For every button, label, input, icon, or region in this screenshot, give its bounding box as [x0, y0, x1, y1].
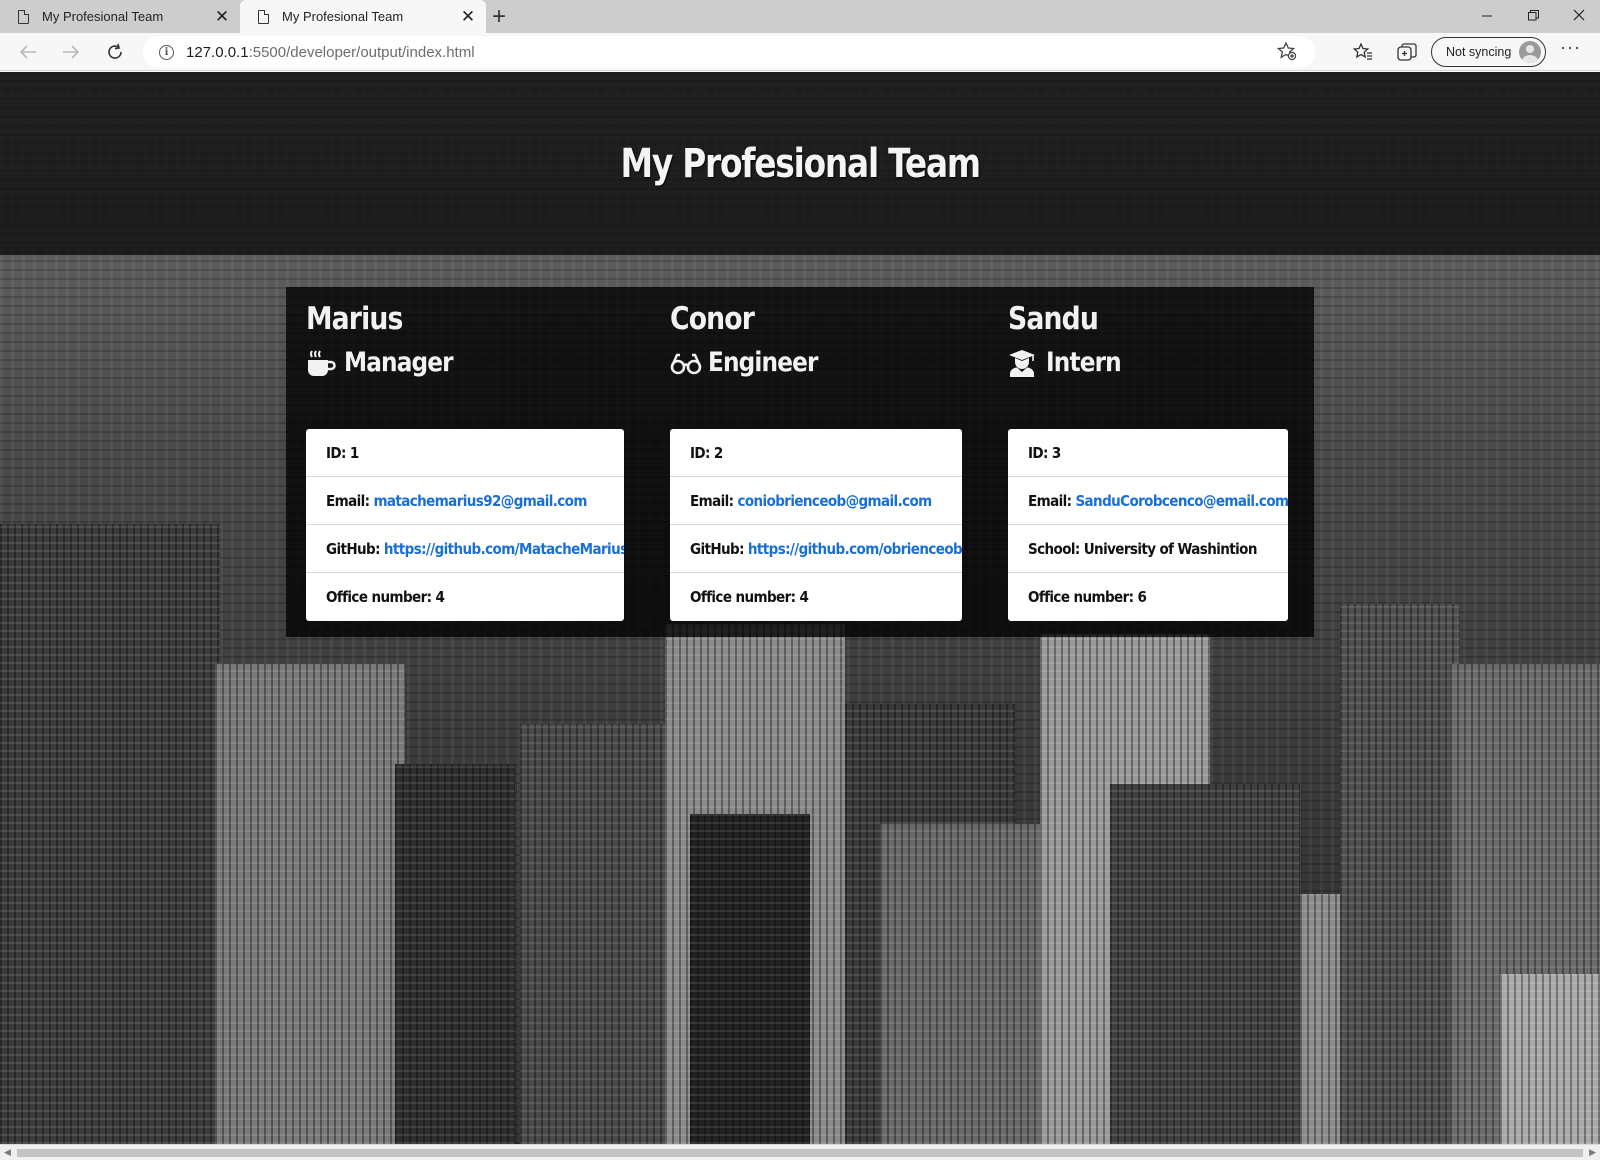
row-key: Email:	[690, 491, 734, 510]
background-building	[690, 814, 810, 1144]
github-row: GitHub: https://github.com/obrienceob	[670, 525, 962, 573]
row-key: School:	[1028, 539, 1080, 558]
background-building	[0, 524, 220, 1144]
page-icon	[18, 9, 29, 24]
more-menu-icon[interactable]: ···	[1560, 37, 1581, 58]
role-label: Engineer	[708, 347, 818, 378]
browser-tab-active[interactable]: My Profesional Team ✕	[240, 0, 486, 33]
team-panel: Marius Manager ID: 1 Email: matachemarius9…	[286, 287, 1314, 637]
member-role: Intern	[1008, 347, 1133, 378]
horizontal-scrollbar[interactable]: ◀ ▶	[0, 1144, 1600, 1160]
github-link[interactable]: https://github.com/MatacheMarius	[384, 540, 624, 558]
address-bar: i 127.0.0.1:5500/developer/output/index.…	[0, 33, 1600, 71]
page-title: My Profesional Team	[620, 140, 981, 187]
email-link[interactable]: coniobrienceob@gmail.com	[737, 492, 932, 510]
email-link[interactable]: matachemarius92@gmail.com	[373, 492, 587, 510]
row-key: Office number:	[326, 588, 432, 606]
url-path: :5500/developer/output/index.html	[248, 43, 475, 61]
background-building	[1340, 604, 1460, 1144]
site-info-icon[interactable]: i	[159, 44, 174, 60]
row-value: 2	[713, 443, 723, 462]
scrollbar-thumb[interactable]	[17, 1149, 1583, 1157]
close-tab-icon[interactable]: ✕	[214, 7, 230, 27]
row-value: 4	[435, 588, 445, 606]
browser-tab[interactable]: My Profesional Team ✕	[0, 0, 240, 33]
role-label: Intern	[1046, 347, 1122, 378]
member-name: Sandu	[1008, 301, 1099, 337]
row-value: University of Washintion	[1083, 539, 1258, 558]
back-icon[interactable]	[13, 37, 43, 67]
email-row: Email: SanduCorobcenco@email.com	[1008, 477, 1288, 525]
school-row: School: University of Washintion	[1008, 525, 1288, 573]
office-row: Office number: 4	[670, 573, 962, 621]
background-building	[1110, 784, 1300, 1144]
id-row: ID: 3	[1008, 429, 1288, 477]
member-name: Conor	[670, 301, 755, 337]
url-field[interactable]: i 127.0.0.1:5500/developer/output/index.…	[143, 36, 1315, 68]
info-card: ID: 2 Email: coniobrienceob@gmail.com GitH…	[670, 429, 962, 621]
background-building	[880, 824, 1040, 1144]
id-row: ID: 2	[670, 429, 962, 477]
member-role: Manager	[306, 347, 470, 378]
window-close-icon[interactable]	[1556, 0, 1600, 30]
row-key: Office number:	[1028, 588, 1134, 606]
background-building	[1500, 974, 1600, 1144]
minimize-icon[interactable]	[1464, 0, 1510, 30]
row-key: GitHub:	[690, 539, 745, 558]
row-key: GitHub:	[326, 539, 381, 558]
github-row: GitHub: https://github.com/MatacheMarius	[306, 525, 624, 573]
coffee-icon	[306, 348, 336, 378]
refresh-icon[interactable]	[100, 37, 130, 67]
row-key: ID:	[690, 443, 710, 462]
add-favorite-icon[interactable]	[1276, 41, 1297, 66]
row-value: 3	[1051, 443, 1061, 462]
scroll-left-icon[interactable]: ◀	[4, 1147, 11, 1158]
favorites-icon[interactable]	[1349, 38, 1377, 66]
row-key: Office number:	[690, 588, 796, 606]
row-value: 1	[349, 443, 359, 462]
member-name: Marius	[306, 301, 403, 337]
background-building	[520, 724, 670, 1144]
info-card: ID: 3 Email: SanduCorobcenco@email.com Sch…	[1008, 429, 1288, 621]
email-link[interactable]: SanduCorobcenco@email.com	[1075, 492, 1288, 510]
graduate-icon	[1008, 348, 1038, 378]
email-row: Email: matachemarius92@gmail.com	[306, 477, 624, 525]
page-viewport: My Profesional Team Marius Manager ID: 1 …	[0, 72, 1600, 1144]
forward-icon[interactable]	[56, 37, 86, 67]
member-role: Engineer	[670, 347, 835, 378]
scroll-right-icon[interactable]: ▶	[1589, 1147, 1596, 1158]
row-key: Email:	[326, 491, 370, 510]
profile-sync-button[interactable]: Not syncing	[1431, 37, 1546, 67]
sync-label: Not syncing	[1446, 45, 1512, 59]
id-row: ID: 1	[306, 429, 624, 477]
close-tab-icon[interactable]: ✕	[460, 7, 476, 27]
page-header: My Profesional Team	[0, 72, 1600, 255]
restore-icon[interactable]	[1510, 0, 1556, 30]
background-building	[215, 664, 405, 1144]
glasses-icon	[670, 348, 702, 378]
tab-title: My Profesional Team	[282, 9, 404, 24]
collections-icon[interactable]	[1393, 38, 1421, 66]
tab-strip: My Profesional Team ✕ My Profesional Tea…	[0, 0, 1600, 33]
row-key: ID:	[1028, 443, 1048, 462]
background-building	[395, 764, 515, 1144]
new-tab-icon[interactable]: +	[492, 3, 506, 31]
info-card: ID: 1 Email: matachemarius92@gmail.com Git…	[306, 429, 624, 621]
tab-title: My Profesional Team	[42, 9, 164, 24]
row-value: 6	[1137, 588, 1147, 606]
row-value: 4	[799, 588, 809, 606]
avatar	[1519, 41, 1541, 63]
office-row: Office number: 4	[306, 573, 624, 621]
office-row: Office number: 6	[1008, 573, 1288, 621]
row-key: Email:	[1028, 491, 1072, 510]
page-icon	[258, 9, 269, 24]
email-row: Email: coniobrienceob@gmail.com	[670, 477, 962, 525]
github-link[interactable]: https://github.com/obrienceob	[748, 540, 962, 558]
row-key: ID:	[326, 443, 346, 462]
role-label: Manager	[344, 347, 454, 378]
url-host: 127.0.0.1	[186, 43, 249, 61]
